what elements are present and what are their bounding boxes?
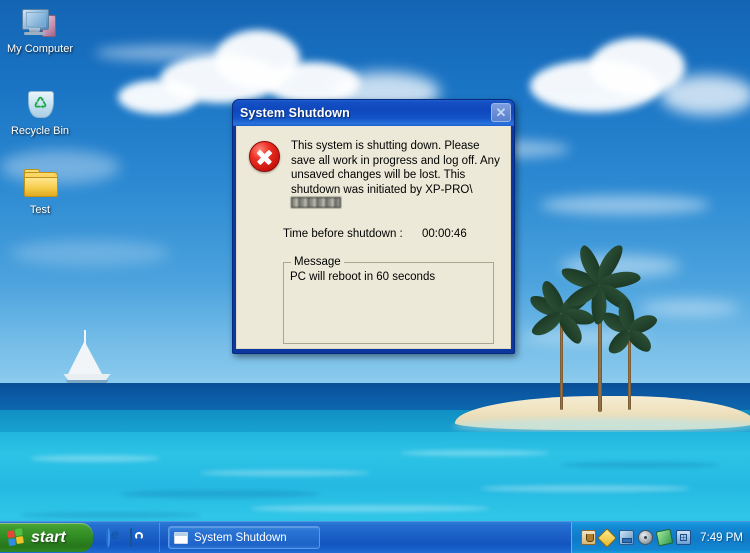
my-computer-icon — [20, 6, 60, 40]
close-icon[interactable]: ✕ — [491, 103, 511, 122]
internet-explorer-icon[interactable] — [106, 526, 124, 548]
cloud — [640, 300, 740, 316]
dialog-title: System Shutdown — [240, 106, 350, 120]
green-shield-icon[interactable] — [655, 528, 674, 547]
shutdown-timer-label: Time before shutdown : — [283, 227, 403, 240]
desktop-icon-label: Test — [29, 204, 51, 216]
dialog-titlebar[interactable]: System Shutdown ✕ — [233, 100, 514, 126]
message-groupbox-legend: Message — [291, 256, 344, 268]
desktop-screen: My Computer ♺ Recycle Bin Test System Sh… — [0, 0, 750, 553]
browser-refresh-icon[interactable] — [130, 527, 148, 547]
system-tray: 7:49 PM — [571, 522, 750, 553]
start-button[interactable]: start — [0, 523, 93, 552]
windows-logo-icon — [7, 528, 26, 547]
water-ripple — [480, 485, 690, 492]
message-groupbox-text: PC will reboot in 60 seconds — [290, 271, 436, 283]
water-ripple — [250, 505, 490, 512]
taskbar-button-system-shutdown[interactable]: System Shutdown — [168, 526, 320, 549]
grid-icon[interactable] — [676, 530, 692, 545]
system-shutdown-dialog: System Shutdown ✕ This system is shuttin… — [232, 99, 515, 354]
desktop-icon-my-computer[interactable]: My Computer — [3, 6, 77, 56]
cloud — [660, 75, 750, 115]
desktop-icon-recycle-bin[interactable]: ♺ Recycle Bin — [3, 88, 77, 138]
palm-tree — [599, 298, 660, 410]
taskbar-button-label: System Shutdown — [194, 531, 287, 544]
shutdown-timer-row: Time before shutdown : 00:00:46 — [283, 228, 510, 240]
cloud — [95, 45, 245, 61]
redacted-username — [291, 197, 341, 208]
desktop-icon-label: Recycle Bin — [10, 125, 70, 137]
water-ripple — [560, 462, 720, 468]
taskbar: start System Shutdown 7:49 PM — [0, 521, 750, 553]
cloud — [10, 240, 170, 266]
cloud — [540, 195, 710, 215]
sailboat — [62, 330, 114, 388]
dialog-client-area: This system is shutting down. Please sav… — [236, 126, 511, 349]
water-ripple — [400, 450, 550, 456]
network-connection-icon[interactable] — [619, 530, 635, 545]
window-icon — [174, 531, 188, 544]
folder-icon — [20, 167, 60, 201]
cloud — [118, 80, 198, 114]
quick-launch-bar — [103, 523, 160, 552]
dialog-message-text: This system is shutting down. Please sav… — [291, 139, 500, 212]
water-ripple — [20, 512, 200, 518]
desktop-icon-label: My Computer — [6, 43, 74, 55]
yellow-diamond-icon[interactable] — [597, 528, 618, 548]
error-icon — [249, 141, 280, 172]
disc-icon[interactable] — [638, 530, 654, 545]
water-ripple — [30, 455, 160, 462]
taskbar-clock[interactable]: 7:49 PM — [700, 532, 743, 544]
desktop-icon-test[interactable]: Test — [3, 167, 77, 217]
java-icon[interactable] — [581, 530, 597, 545]
dialog-message-body: This system is shutting down. Please sav… — [291, 140, 500, 196]
dialog-message-row: This system is shutting down. Please sav… — [237, 126, 510, 212]
start-button-label: start — [31, 528, 66, 546]
water-ripple — [120, 490, 320, 498]
recycle-bin-icon: ♺ — [20, 88, 60, 122]
water-ripple — [200, 470, 370, 476]
message-groupbox: Message PC will reboot in 60 seconds — [283, 256, 494, 344]
shutdown-timer-value: 00:00:46 — [421, 227, 467, 240]
